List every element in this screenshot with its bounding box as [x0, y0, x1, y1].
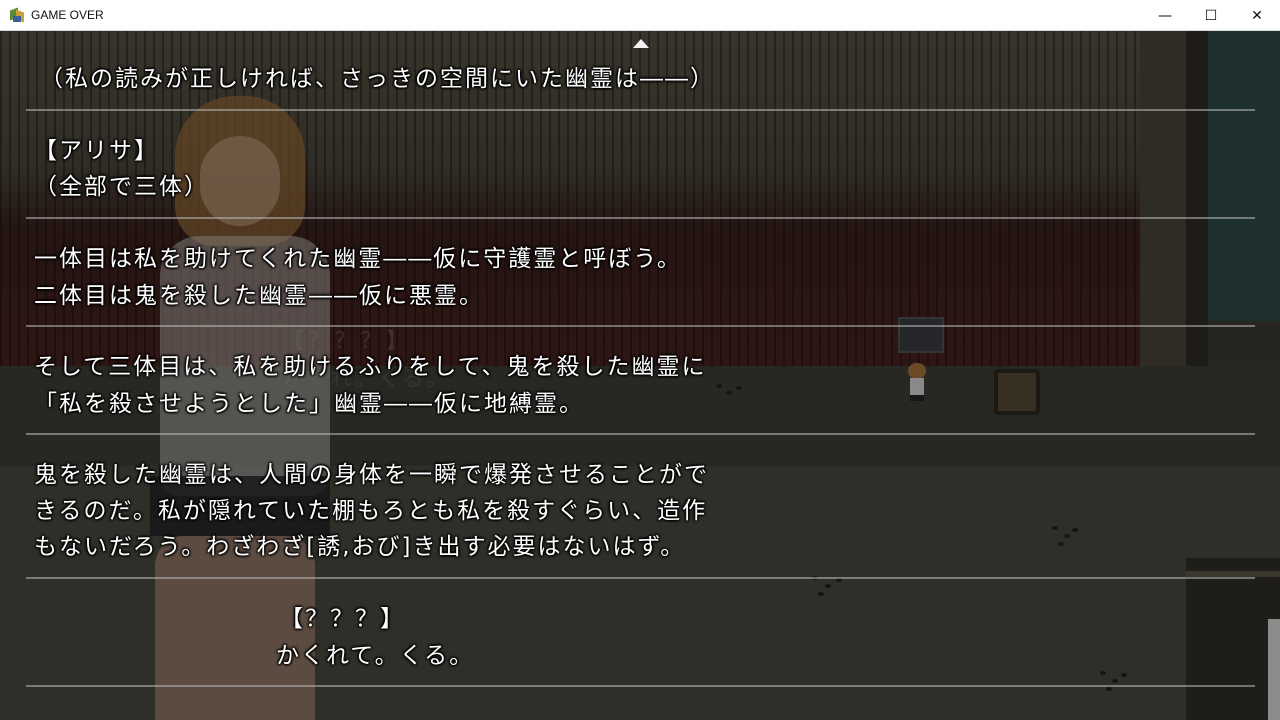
log-divider: [26, 685, 1255, 687]
log-line: かくれて。くる。: [276, 643, 475, 669]
log-speaker-name: 【？？？】: [280, 606, 405, 632]
log-divider: [26, 325, 1255, 327]
window-controls: — ☐ ✕: [1142, 0, 1280, 31]
game-viewport[interactable]: 【？？？】 かくれ。くる。 （私の読みが正しければ、さっきの空間にいた幽霊は――…: [0, 31, 1280, 720]
close-button[interactable]: ✕: [1234, 0, 1280, 31]
log-line: 二体目は鬼を殺した幽霊――仮に悪霊。: [34, 283, 484, 309]
log-divider: [26, 109, 1255, 111]
log-line: （全部で三体）: [34, 174, 209, 200]
log-line: 鬼を殺した幽霊は、人間の身体を一瞬で爆発させることがで: [34, 462, 709, 488]
log-line: もないだろう。わざわざ[誘,おび]き出す必要はないはず。: [34, 534, 686, 560]
minimize-button[interactable]: —: [1142, 0, 1188, 31]
log-speaker-name: 【アリサ】: [34, 138, 159, 164]
maximize-button[interactable]: ☐: [1188, 0, 1234, 31]
log-line: きるのだ。私が隠れていた棚もろとも私を殺すぐらい、造作: [34, 498, 708, 524]
log-line: そして三体目は、私を助けるふりをして、鬼を殺した幽霊に: [34, 354, 707, 380]
scroll-up-arrow-icon[interactable]: [633, 39, 649, 48]
log-line: 「私を殺させようとした」幽霊――仮に地縛霊。: [34, 391, 584, 417]
window-title: GAME OVER: [31, 8, 104, 22]
log-divider: [26, 577, 1255, 579]
app-icon: [9, 7, 25, 23]
log-line: （私の読みが正しければ、さっきの空間にいた幽霊は――）: [40, 66, 715, 92]
log-divider: [26, 217, 1255, 219]
log-line: 一体目は私を助けてくれた幽霊――仮に守護霊と呼ぼう。: [34, 246, 682, 272]
window-titlebar: GAME OVER — ☐ ✕: [0, 0, 1280, 31]
log-divider: [26, 433, 1255, 435]
